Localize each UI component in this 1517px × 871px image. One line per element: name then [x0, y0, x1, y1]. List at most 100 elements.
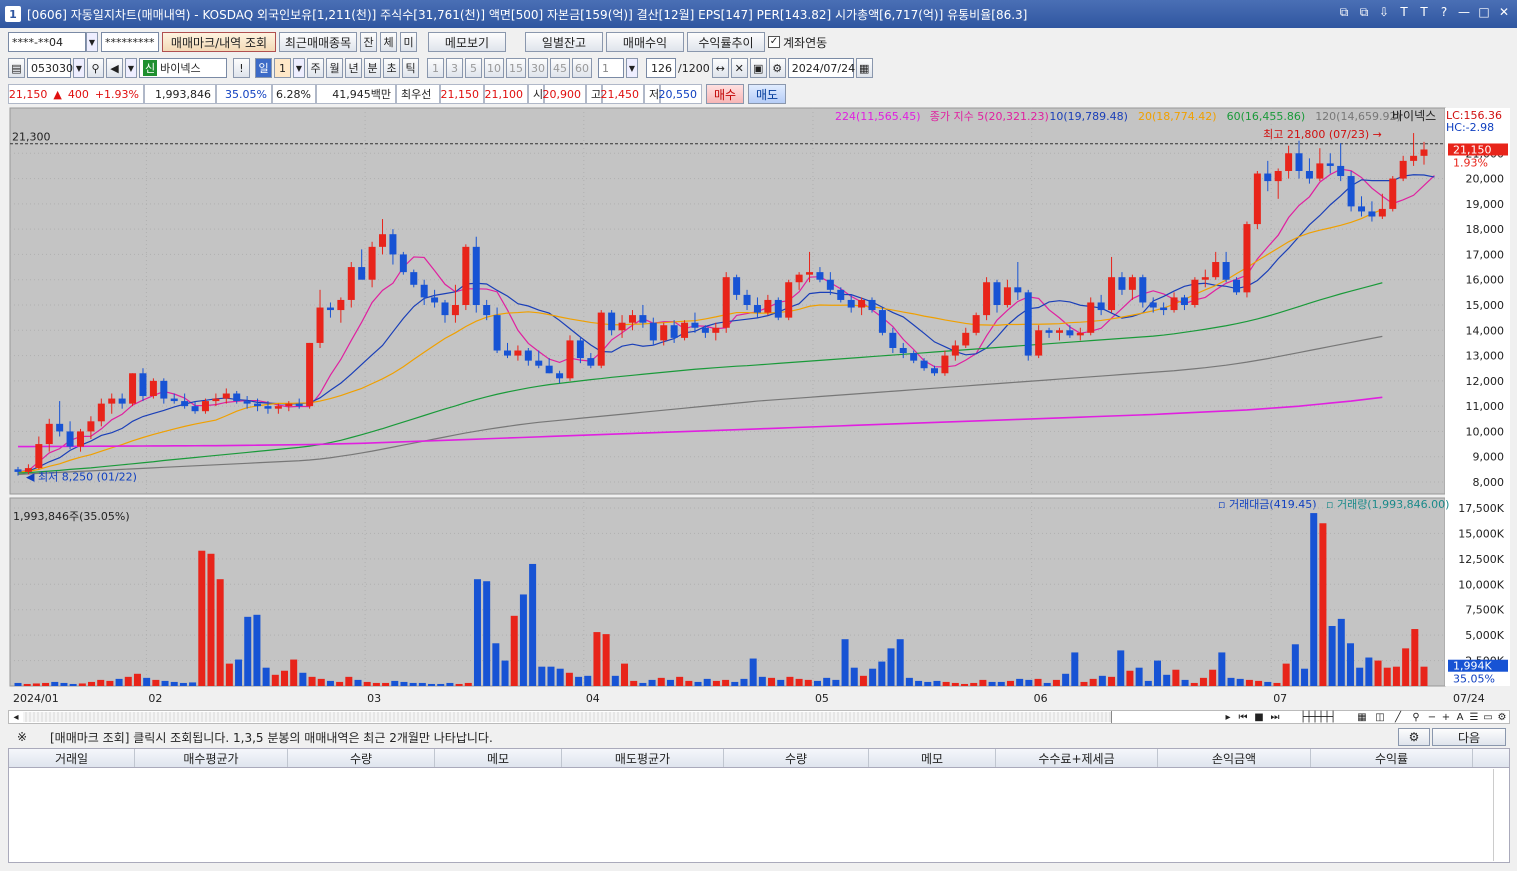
memo-view-button[interactable]: 메모보기 — [428, 32, 506, 52]
sound-icon[interactable]: ◀ — [106, 58, 123, 78]
minute-3[interactable]: 3 — [446, 58, 463, 78]
col-buy-avg[interactable]: 매수평균가 — [135, 749, 288, 767]
col-buy-memo[interactable]: 메모 — [435, 749, 562, 767]
settings-button[interactable]: ⚙ — [1398, 728, 1430, 746]
copy-window-icon[interactable]: ⧉ — [1357, 5, 1371, 20]
unfilled-button[interactable]: 미 — [400, 32, 417, 52]
account-dropdown-icon[interactable]: ▼ — [86, 32, 98, 52]
open-price: 20,900 — [543, 84, 586, 104]
col-trade-date[interactable]: 거래일 — [9, 749, 135, 767]
candle-body — [1160, 307, 1168, 311]
period-week[interactable]: 주 — [307, 58, 324, 78]
buy-button[interactable]: 매수 — [706, 84, 744, 104]
zoom-icon[interactable]: ⚲ — [1407, 712, 1425, 723]
recent-trades-button[interactable]: 최근매매종목 — [279, 32, 357, 52]
col-sell-avg[interactable]: 매도평균가 — [562, 749, 724, 767]
price-tick-label: 19,000 — [1466, 198, 1505, 211]
price-chart[interactable]: 21,00020,00019,00018,00017,00016,00015,0… — [8, 106, 1510, 710]
stock-list-icon[interactable]: ▤ — [8, 58, 25, 78]
maximize-icon[interactable]: □ — [1477, 5, 1491, 20]
minute-10[interactable]: 10 — [484, 58, 504, 78]
trade-profit-button[interactable]: 매매수익 — [606, 32, 684, 52]
col-pnl[interactable]: 손익금액 — [1158, 749, 1311, 767]
minute-1[interactable]: 1 — [427, 58, 444, 78]
link-window-icon[interactable]: ⧉ — [1337, 5, 1351, 20]
col-fees[interactable]: 수수료+제세금 — [996, 749, 1158, 767]
pin-icon[interactable]: ⇩ — [1377, 5, 1391, 20]
scroll-track[interactable] — [23, 712, 1111, 722]
image-icon[interactable]: ▭ — [1481, 712, 1495, 723]
close-icon[interactable]: ✕ — [1497, 5, 1511, 20]
last-page-icon[interactable]: ⏭ — [1267, 712, 1283, 723]
period-second[interactable]: 초 — [383, 58, 400, 78]
stock-name-field[interactable]: 신 바이넥스 — [139, 58, 227, 78]
col-return[interactable]: 수익률 — [1311, 749, 1473, 767]
list-icon[interactable]: ☰ — [1467, 712, 1481, 723]
period-day-count[interactable]: 1 — [274, 58, 291, 78]
count-select-dropdown-icon[interactable]: ▼ — [626, 58, 638, 78]
minus-icon[interactable]: − — [1425, 712, 1439, 723]
checkbox-icon[interactable]: ✓ — [768, 36, 780, 48]
minimize-icon[interactable]: — — [1457, 5, 1471, 20]
alert-button[interactable]: ! — [233, 58, 250, 78]
period-tick[interactable]: 틱 — [402, 58, 419, 78]
zoom-in-icon[interactable]: ↔ — [711, 58, 729, 78]
period-dropdown-icon[interactable]: ▼ — [293, 58, 305, 78]
period-month[interactable]: 월 — [326, 58, 343, 78]
settings-icon[interactable]: ⚙ — [768, 58, 786, 78]
stop-icon[interactable]: ■ — [1251, 712, 1267, 723]
executed-button[interactable]: 체 — [380, 32, 397, 52]
bar-count-field[interactable]: 126 — [646, 58, 676, 78]
minute-15[interactable]: 15 — [506, 58, 526, 78]
volume-bar — [391, 680, 399, 686]
minute-5[interactable]: 5 — [465, 58, 482, 78]
period-year[interactable]: 년 — [345, 58, 362, 78]
count-select[interactable]: 1 — [598, 58, 624, 78]
font-small-icon[interactable]: T — [1417, 5, 1431, 20]
account-link-checkbox[interactable]: ✓ 계좌연동 — [768, 34, 827, 51]
code-dropdown-icon[interactable]: ▼ — [73, 58, 85, 78]
next-button[interactable]: 다음 — [1432, 728, 1506, 746]
stock-code-field[interactable]: 053030 — [27, 58, 73, 78]
save-icon[interactable]: ▣ — [749, 58, 767, 78]
col-sell-qty[interactable]: 수량 — [724, 749, 869, 767]
calendar-icon[interactable]: ▦ — [855, 58, 873, 78]
col-sell-memo[interactable]: 메모 — [869, 749, 996, 767]
scroll-thumb[interactable] — [1111, 711, 1221, 723]
trade-mark-query-button[interactable]: 매매마크/내역 조회 — [162, 32, 276, 52]
trend-line-icon[interactable]: ╱ — [1389, 712, 1407, 723]
gear-icon[interactable]: ⚙ — [1495, 712, 1509, 723]
crosshair-icon[interactable]: ✕ — [730, 58, 748, 78]
text-icon[interactable]: A — [1453, 712, 1467, 723]
sound-dropdown-icon[interactable]: ▼ — [125, 58, 137, 78]
plus-icon[interactable]: + — [1439, 712, 1453, 723]
period-minute[interactable]: 분 — [364, 58, 381, 78]
minute-60[interactable]: 60 — [572, 58, 592, 78]
period-day[interactable]: 일 — [255, 58, 272, 78]
help-icon[interactable]: ? — [1437, 5, 1451, 20]
balance-button[interactable]: 잔 — [360, 32, 377, 52]
col-buy-qty[interactable]: 수량 — [288, 749, 435, 767]
sell-button[interactable]: 매도 — [748, 84, 786, 104]
font-large-icon[interactable]: T — [1397, 5, 1411, 20]
volume-bar — [409, 682, 417, 686]
chart-canvas[interactable]: 21,00020,00019,00018,00017,00016,00015,0… — [8, 106, 1510, 710]
first-page-icon[interactable]: ⏮ — [1235, 712, 1251, 723]
account-number-field[interactable]: ****-**04 — [8, 32, 86, 52]
volume-bar — [1071, 652, 1079, 686]
return-trend-button[interactable]: 수익률추이 — [687, 32, 765, 52]
layout-icon[interactable]: ▦ — [1353, 712, 1371, 723]
split-icon[interactable]: ◫ — [1371, 712, 1389, 723]
scroll-left-icon[interactable]: ◂ — [9, 712, 23, 723]
chart-scrollbar[interactable]: ◂ ▸ ⏮ ■ ⏭ ├┼┼┼┼┤ ▦ ◫ ╱ ⚲ − + A ☰ ▭ ⚙ — [8, 710, 1510, 724]
password-field[interactable]: ********* — [101, 32, 159, 52]
candle-body — [722, 277, 730, 328]
date-field[interactable]: 2024/07/24 — [787, 58, 855, 78]
zoom-slider[interactable]: ├┼┼┼┼┤ — [1283, 712, 1353, 723]
minute-45[interactable]: 45 — [550, 58, 570, 78]
scroll-right-icon[interactable]: ▸ — [1221, 712, 1235, 723]
table-scrollbar[interactable] — [1493, 769, 1505, 861]
daily-balance-button[interactable]: 일별잔고 — [525, 32, 603, 52]
minute-30[interactable]: 30 — [528, 58, 548, 78]
search-icon[interactable]: ⚲ — [87, 58, 104, 78]
